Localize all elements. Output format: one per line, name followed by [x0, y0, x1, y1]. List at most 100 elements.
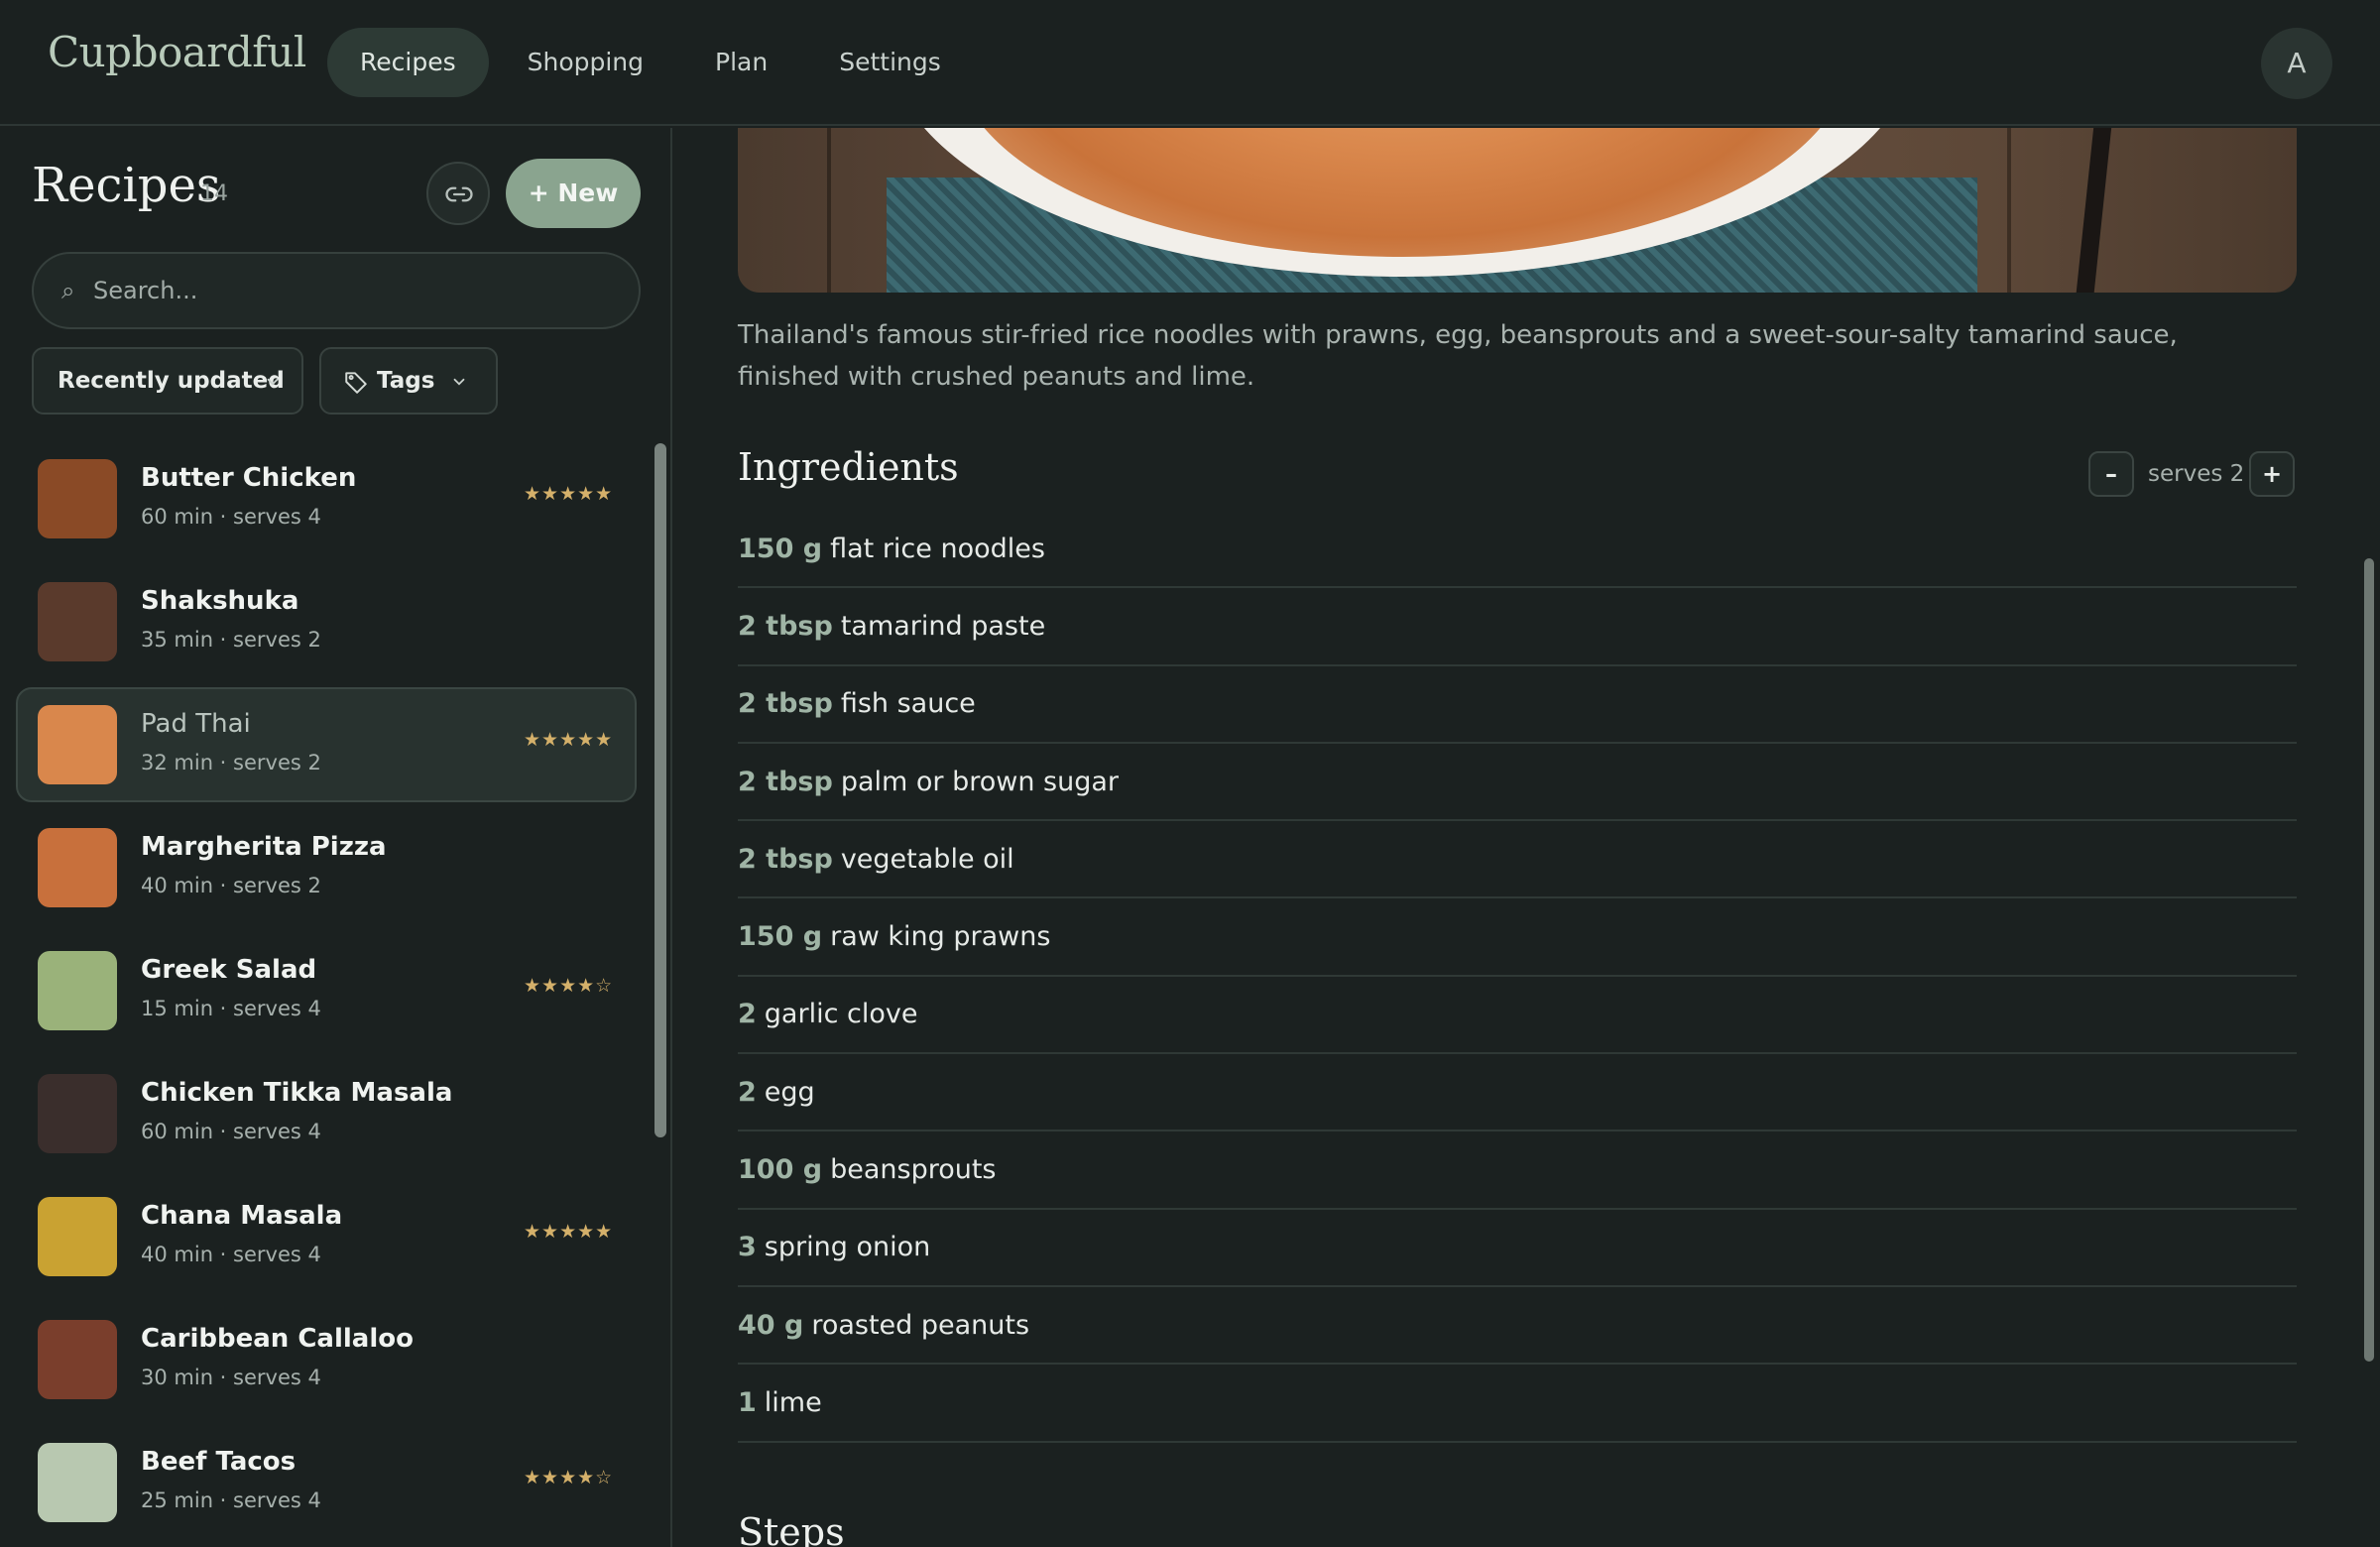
tab-recipes[interactable]: Recipes [327, 28, 489, 97]
recipe-name: Caribbean Callaloo [141, 1324, 414, 1354]
tags-label: Tags [377, 368, 435, 394]
ingredient-name: raw king prawns [830, 921, 1051, 953]
recipe-hero-image [738, 128, 2297, 293]
recipe-name: Chicken Tikka Masala [141, 1078, 453, 1108]
list-item[interactable]: Margherita Pizza 40 min · serves 2 [0, 806, 654, 929]
ingredients-heading: Ingredients [738, 445, 959, 489]
recipe-thumbnail [38, 828, 117, 907]
ingredient-name: roasted peanuts [811, 1309, 1030, 1341]
ingredient-row[interactable]: 150 g raw king prawns [738, 898, 2297, 977]
recipe-thumbnail [38, 1320, 117, 1399]
ingredient-row[interactable]: 2 tbsp fish sauce [738, 666, 2297, 744]
main-nav: Recipes Shopping Plan Settings [327, 28, 980, 97]
recipe-name: Shakshuka [141, 586, 299, 616]
rating-stars: ★★★★☆ [524, 975, 614, 997]
recipe-name: Butter Chicken [141, 463, 357, 493]
list-item[interactable]: Beef Tacos 25 min · serves 4 ★★★★☆ [0, 1421, 654, 1544]
recipe-detail: Thailand's famous stir-fried rice noodle… [674, 128, 2380, 1547]
ingredient-name: garlic clove [764, 999, 918, 1030]
ingredient-row[interactable]: 2 egg [738, 1054, 2297, 1132]
recipe-thumbnail [38, 1443, 117, 1522]
recipe-name: Chana Masala [141, 1201, 343, 1231]
avatar[interactable]: A [2261, 28, 2332, 99]
ingredient-name: beansprouts [830, 1154, 997, 1186]
chevron-down-icon [453, 378, 465, 386]
link-button[interactable] [426, 162, 490, 225]
tab-shopping[interactable]: Shopping [495, 28, 676, 97]
search-icon: ⌕ [61, 277, 75, 304]
hero-chopsticks [2076, 128, 2115, 293]
list-item[interactable]: Caribbean Callaloo 30 min · serves 4 [0, 1298, 654, 1421]
list-item[interactable]: Chana Masala 40 min · serves 4 ★★★★★ [0, 1175, 654, 1298]
tab-settings[interactable]: Settings [806, 28, 974, 97]
ingredient-name: egg [764, 1076, 815, 1108]
sidebar-title: Recipes [32, 158, 221, 213]
ingredient-quantity: 1 [738, 1386, 757, 1418]
hero-board-seam [827, 128, 831, 293]
increase-servings-button[interactable]: + [2249, 451, 2295, 497]
search-box: ⌕ [32, 252, 641, 329]
rating-stars: ★★★★★ [524, 1221, 614, 1243]
ingredient-quantity: 2 tbsp [738, 610, 833, 642]
ingredient-name: palm or brown sugar [840, 766, 1120, 797]
list-item[interactable]: Shakshuka 35 min · serves 2 [0, 560, 654, 683]
recipe-meta: 40 min · serves 2 [141, 874, 321, 897]
brand-logo[interactable]: Cupboardful [48, 28, 306, 76]
list-item[interactable]: Greek Salad 15 min · serves 4 ★★★★☆ [0, 929, 654, 1052]
list-item[interactable]: Chicken Tikka Masala 60 min · serves 4 [0, 1052, 654, 1175]
ingredient-row[interactable]: 2 tbsp palm or brown sugar [738, 744, 2297, 822]
recipe-thumbnail [38, 459, 117, 538]
search-input[interactable] [93, 254, 619, 327]
steps-heading: Steps [738, 1510, 845, 1547]
list-item[interactable]: Pad Thai 32 min · serves 2 ★★★★★ [0, 683, 654, 806]
sort-dropdown[interactable]: Recently updated [32, 347, 303, 415]
recipe-thumbnail [38, 705, 117, 784]
ingredient-quantity: 2 tbsp [738, 688, 833, 720]
list-item[interactable]: Butter Chicken 60 min · serves 4 ★★★★★ [0, 437, 654, 560]
ingredient-row[interactable]: 100 g beansprouts [738, 1131, 2297, 1210]
ingredient-row[interactable]: 1 lime [738, 1365, 2297, 1443]
ingredient-name: vegetable oil [840, 843, 1014, 875]
ingredient-quantity: 2 [738, 999, 757, 1030]
tags-dropdown[interactable]: Tags [319, 347, 498, 415]
ingredient-name: tamarind paste [840, 610, 1046, 642]
ingredient-quantity: 150 g [738, 921, 823, 953]
recipe-name: Beef Tacos [141, 1447, 297, 1477]
sort-label: Recently updated [58, 368, 285, 394]
hero-board-seam [2007, 128, 2011, 293]
ingredient-row[interactable]: 3 spring onion [738, 1210, 2297, 1287]
ingredient-list: 150 g flat rice noodles 2 tbsp tamarind pas… [738, 511, 2297, 1443]
ingredient-row[interactable]: 2 tbsp vegetable oil [738, 821, 2297, 899]
ingredient-row[interactable]: 2 tbsp tamarind paste [738, 588, 2297, 666]
ingredient-quantity: 3 [738, 1232, 757, 1263]
ingredient-quantity: 100 g [738, 1154, 823, 1186]
recipe-list: Butter Chicken 60 min · serves 4 ★★★★★ Shak… [0, 437, 654, 1544]
recipe-meta: 40 min · serves 4 [141, 1243, 321, 1266]
ingredient-row[interactable]: 40 g roasted peanuts [738, 1287, 2297, 1366]
main-scrollbar[interactable] [2364, 558, 2374, 1362]
ingredient-name: lime [764, 1386, 822, 1418]
recipe-meta: 32 min · serves 2 [141, 751, 321, 774]
recipe-meta: 60 min · serves 4 [141, 505, 321, 529]
recipe-description: Thailand's famous stir-fried rice noodle… [738, 320, 2178, 392]
recipe-thumbnail [38, 1074, 117, 1153]
sidebar-scrollbar[interactable] [654, 443, 666, 1137]
ingredient-row[interactable]: 150 g flat rice noodles [738, 511, 2297, 589]
recipe-meta: 35 min · serves 2 [141, 628, 321, 652]
tab-plan[interactable]: Plan [682, 28, 800, 97]
recipe-meta: 25 min · serves 4 [141, 1488, 321, 1512]
recipe-thumbnail [38, 1197, 117, 1276]
rating-stars: ★★★★☆ [524, 1467, 614, 1488]
ingredient-row[interactable]: 2 garlic clove [738, 977, 2297, 1055]
ingredient-name: flat rice noodles [830, 533, 1045, 564]
ingredient-quantity: 2 [738, 1076, 757, 1108]
decrease-servings-button[interactable]: – [2088, 451, 2134, 497]
recipe-name: Pad Thai [141, 709, 251, 739]
recipe-meta: 15 min · serves 4 [141, 997, 321, 1020]
recipe-sidebar: Recipes 14 + New ⌕ Recently updated Tags… [0, 128, 672, 1547]
tag-icon [345, 372, 367, 394]
ingredient-name: fish sauce [840, 688, 976, 720]
recipe-name: Margherita Pizza [141, 832, 387, 862]
recipe-name: Greek Salad [141, 955, 317, 985]
new-recipe-button[interactable]: + New [506, 159, 641, 228]
